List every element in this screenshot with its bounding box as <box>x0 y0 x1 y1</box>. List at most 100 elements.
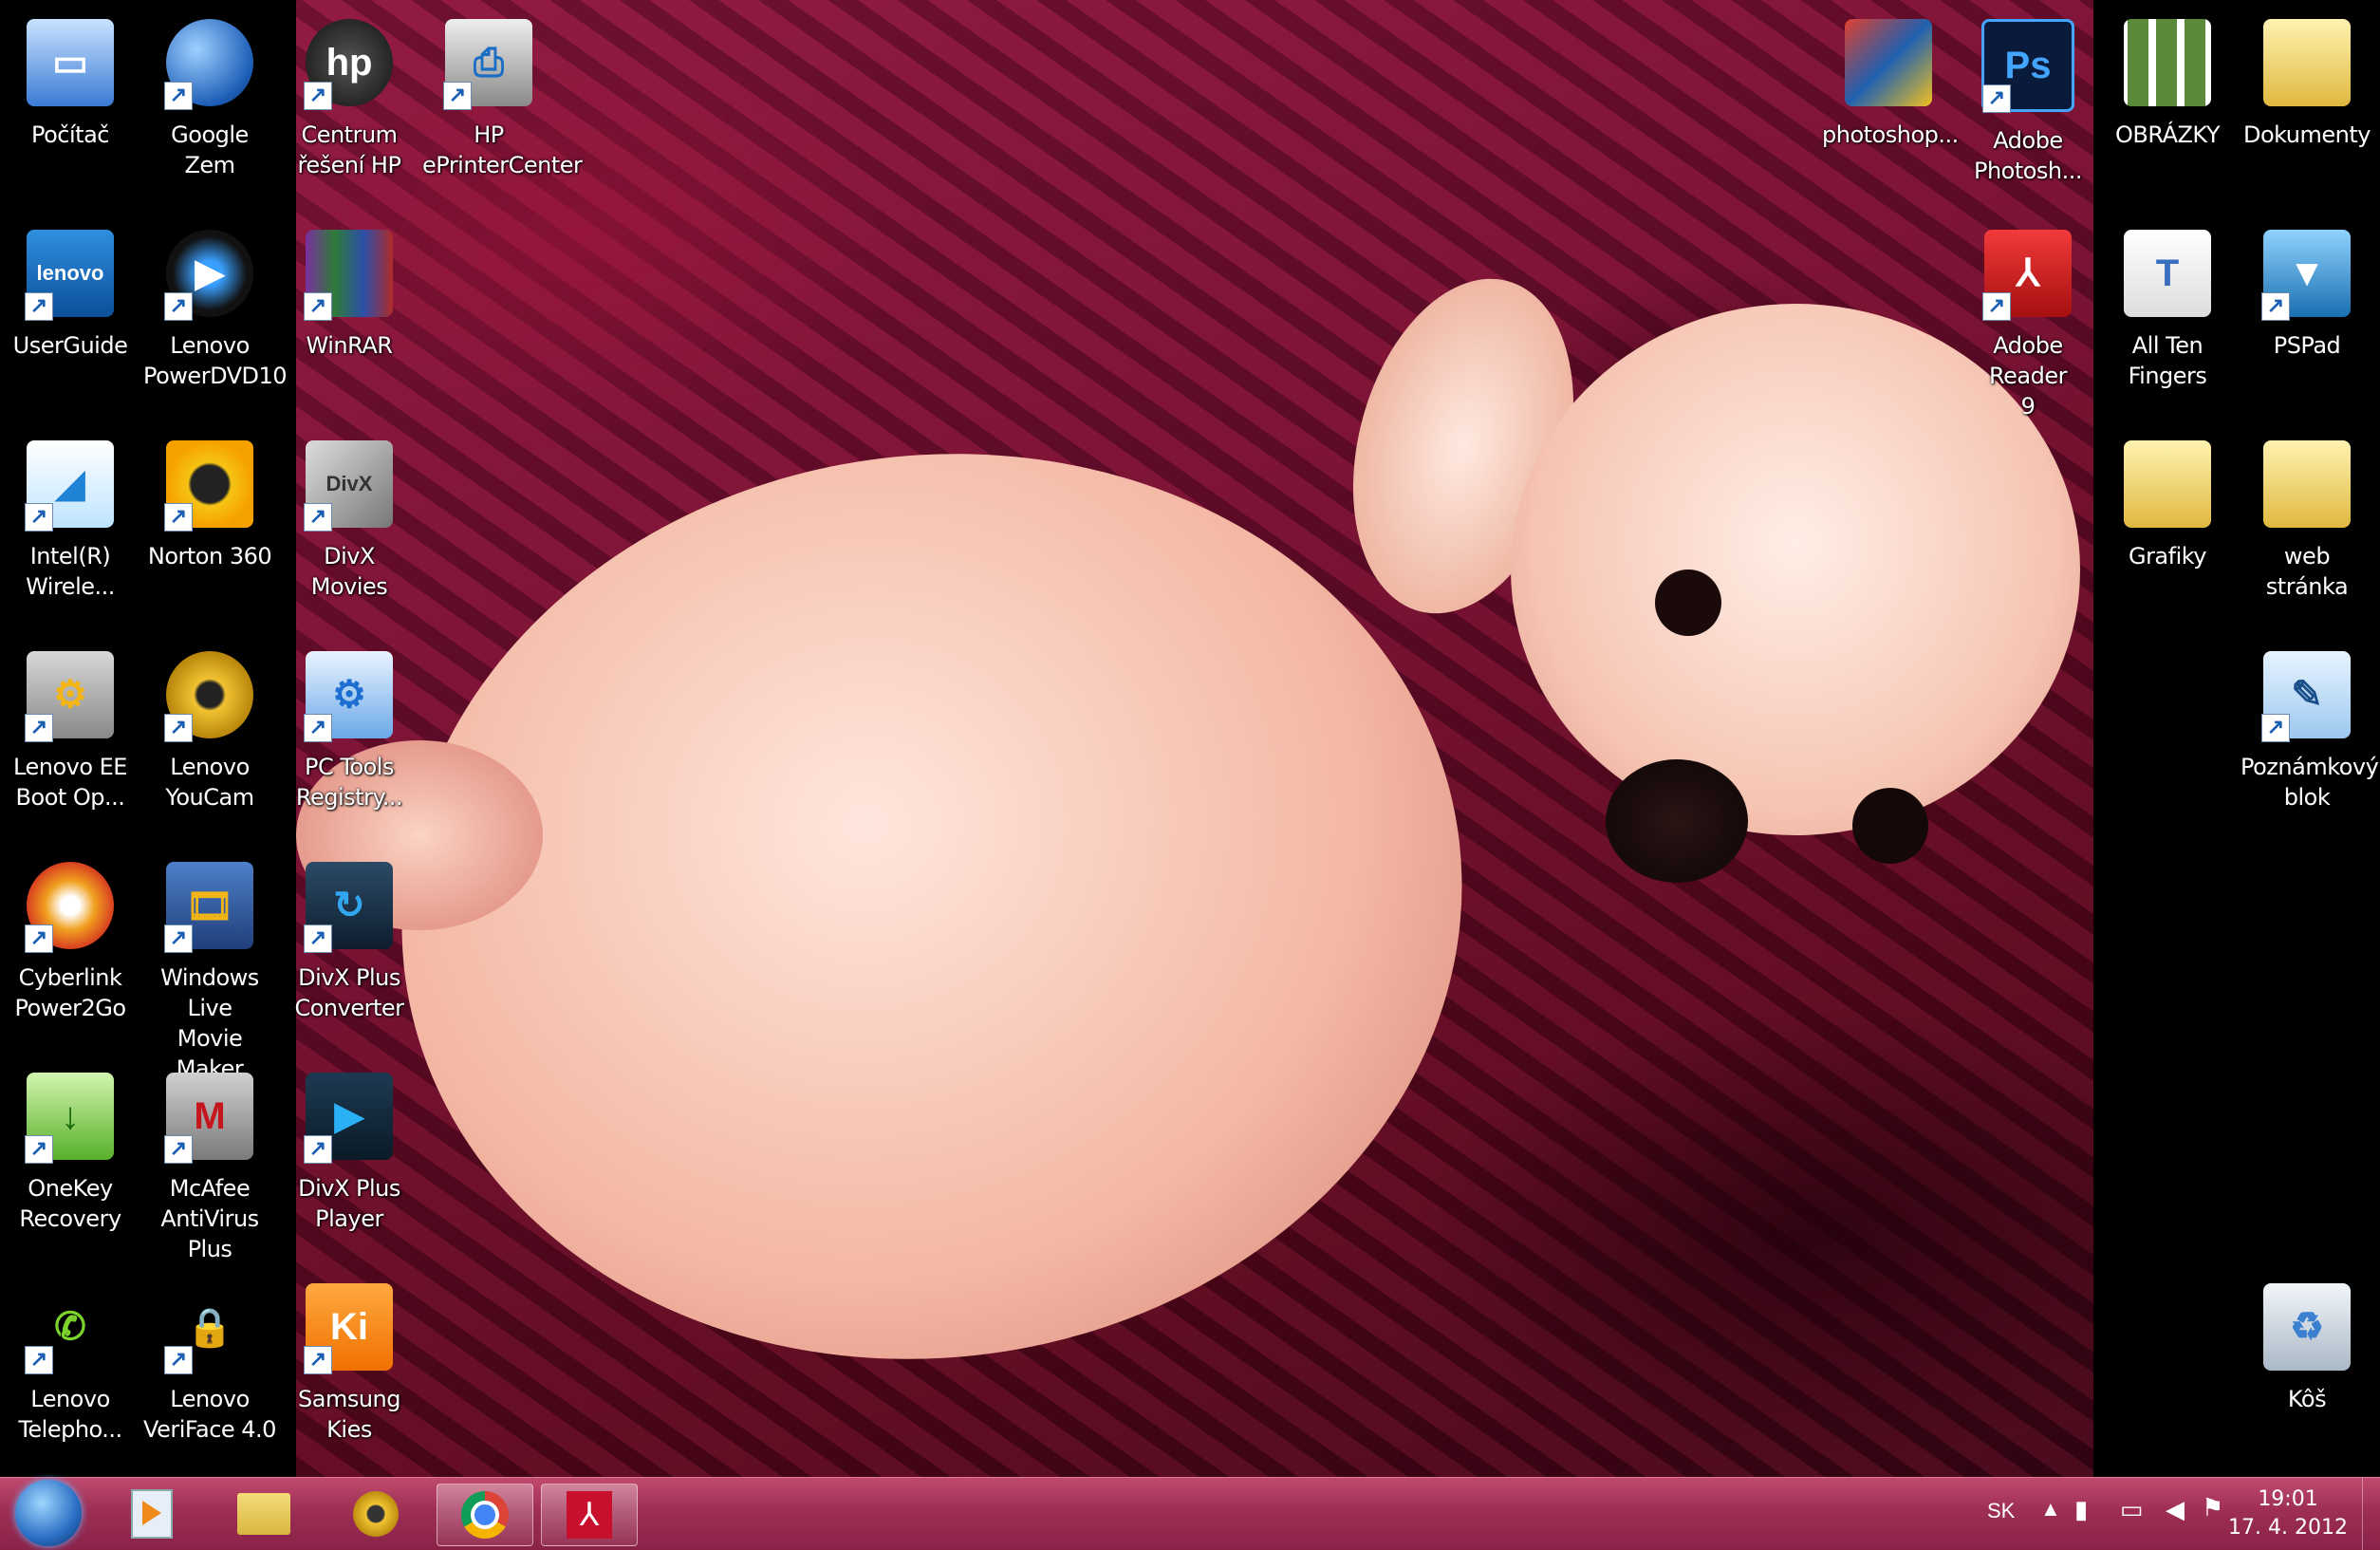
desktop-icon-label: Lenovo EE Boot Op... <box>13 754 127 811</box>
desktop-icon-all-ten[interactable]: T All Ten Fingers <box>2101 218 2234 391</box>
shortcut-arrow-icon: ↗ <box>304 1135 332 1164</box>
desktop-icon-label: OneKey Recovery <box>19 1175 121 1232</box>
desktop-icon-label: Intel(R) Wirele... <box>26 543 115 600</box>
image-grid-icon <box>2124 19 2211 106</box>
chrome-icon[interactable] <box>437 1484 533 1546</box>
desktop-icon-obrazky[interactable]: OBRÁZKY <box>2101 8 2234 150</box>
desktop-icon-hp-eprinter[interactable]: ⎙ ↗ HP ePrinterCenter <box>422 8 583 180</box>
webcam-icon[interactable] <box>328 1484 423 1544</box>
desktop-icon-label: web stránka <box>2265 543 2349 600</box>
flag-icon[interactable]: ⚑ <box>2202 1493 2223 1522</box>
desktop-icon-adobe-reader[interactable]: ⅄ ↗ Adobe Reader 9 <box>1962 218 2094 421</box>
desktop-icon-norton[interactable]: ↗ Norton 360 <box>143 429 276 571</box>
desktop-icon-kies[interactable]: Ki ↗ Samsung Kies <box>283 1272 416 1445</box>
desktop-icon-google-zem[interactable]: ↗ Google Zem <box>143 8 276 180</box>
shortcut-arrow-icon: ↗ <box>25 714 53 742</box>
desktop-icon-adobe-ps[interactable]: Ps ↗ Adobe Photosh... <box>1962 8 2094 186</box>
media-player-icon[interactable] <box>104 1484 199 1544</box>
desktop-icon-userguide[interactable]: lenovo ↗ UserGuide <box>4 218 137 361</box>
desktop-icon-movie-maker[interactable]: 🎞 ↗ Windows Live Movie Maker <box>143 850 276 1084</box>
mcafee-icon: M ↗ <box>164 1073 253 1164</box>
desktop-icon-winrar[interactable]: ↗ WinRAR <box>283 218 416 361</box>
language-indicator[interactable]: SK <box>1987 1499 2015 1523</box>
desktop-icon-powerdvd[interactable]: ▶ ↗ Lenovo PowerDVD10 <box>143 218 288 391</box>
desktop-icon-lenovo-telephony[interactable]: ✆ ↗ Lenovo Telepho... <box>4 1272 137 1445</box>
shortcut-arrow-icon: ↗ <box>304 82 332 110</box>
desktop-icon-intel-wireless[interactable]: ◢ ↗ Intel(R) Wirele... <box>4 429 137 602</box>
google-earth-icon: ↗ <box>164 19 253 110</box>
desktop-icon-web-stranka[interactable]: web stránka <box>2241 429 2373 602</box>
desktop-icon-label: Centrum řešení HP <box>297 121 401 178</box>
desktop-icon-label: Samsung Kies <box>298 1386 400 1443</box>
desktop-icon-pc-tools[interactable]: ⚙ ↗ PC Tools Registry... <box>283 640 416 812</box>
desktop-icon-youcam[interactable]: ↗ Lenovo YouCam <box>143 640 276 812</box>
desktop-icon-lenovo-ee[interactable]: ⚙ ↗ Lenovo EE Boot Op... <box>4 640 137 812</box>
divx-icon: DivX ↗ <box>304 440 393 532</box>
clock-time: 19:01 <box>2258 1487 2318 1511</box>
printer-icon: ⎙ ↗ <box>443 19 532 110</box>
shortcut-arrow-icon: ↗ <box>164 924 193 953</box>
acrobat-icon[interactable]: ⅄ <box>541 1484 638 1546</box>
clock[interactable]: 19:01 17. 4. 2012 <box>2228 1485 2348 1542</box>
wallpaper-dog-photo <box>296 0 2093 1477</box>
desktop-icon-label: Lenovo YouCam <box>165 754 254 811</box>
desktop-icon-kos[interactable]: ♻ Kôš <box>2241 1272 2373 1414</box>
disc-burn-icon: ↗ <box>25 862 114 953</box>
desktop-icon-label: Adobe Photosh... <box>1973 127 2083 184</box>
folder-icon <box>2263 19 2351 106</box>
shortcut-arrow-icon: ↗ <box>1982 292 2011 321</box>
desktop-icon-label: DivX Movies <box>310 543 388 600</box>
desktop-icon-label: Lenovo VeriFace 4.0 <box>143 1386 276 1443</box>
shortcut-arrow-icon: ↗ <box>164 503 193 532</box>
desktop-icon-label: Poznámkový blok <box>2241 754 2379 811</box>
shortcut-arrow-icon: ↗ <box>25 292 53 321</box>
shortcut-arrow-icon: ↗ <box>304 292 332 321</box>
recycle-bin-icon: ♻ <box>2263 1283 2351 1371</box>
shortcut-arrow-icon: ↗ <box>164 1346 193 1374</box>
shortcut-arrow-icon: ↗ <box>304 1346 332 1374</box>
file-explorer-icon[interactable] <box>216 1484 311 1544</box>
desktop[interactable]: ▭ Počítač ↗ Google Zem hp ↗ Centrum řešení HP ⎙… <box>0 0 2380 1477</box>
shortcut-arrow-icon: ↗ <box>2261 714 2290 742</box>
desktop-icon-power2go[interactable]: ↗ Cyberlink Power2Go <box>4 850 137 1023</box>
desktop-icon-label: Počítač <box>31 121 109 148</box>
shortcut-arrow-icon: ↗ <box>164 714 193 742</box>
winrar-icon: ↗ <box>304 230 393 321</box>
show-hidden-icon[interactable]: ▲ <box>2040 1497 2061 1522</box>
font-file-icon: T <box>2124 230 2211 317</box>
desktop-icon-label: McAfee AntiVirus Plus <box>160 1175 259 1262</box>
computer-icon: ▭ <box>27 19 114 106</box>
lenovo-icon: lenovo ↗ <box>25 230 114 321</box>
desktop-icon-label: Cyberlink Power2Go <box>14 964 126 1021</box>
desktop-icon-centrum-hp[interactable]: hp ↗ Centrum řešení HP <box>283 8 416 180</box>
desktop-icon-label: PSPad <box>2273 332 2341 359</box>
converter-icon: ↻ ↗ <box>304 862 393 953</box>
windows-start-icon[interactable] <box>15 1480 82 1546</box>
desktop-icon-label: UserGuide <box>12 332 128 359</box>
network-icon[interactable]: ▭ <box>2120 1495 2144 1524</box>
phone-icon: ✆ ↗ <box>25 1283 114 1374</box>
power-icon[interactable]: ▮ <box>2074 1495 2088 1524</box>
desktop-icon-grafiky[interactable]: Grafiky <box>2101 429 2234 571</box>
desktop-icon-label: All Ten Fingers <box>2128 332 2207 389</box>
desktop-icon-onekey[interactable]: ↓ ↗ OneKey Recovery <box>4 1061 137 1234</box>
desktop-icon-label: OBRÁZKY <box>2115 121 2220 148</box>
shortcut-arrow-icon: ↗ <box>25 503 53 532</box>
play-icon: ▶ ↗ <box>304 1073 393 1164</box>
desktop-icon-poznamkovy[interactable]: ✎ ↗ Poznámkový blok <box>2241 640 2379 812</box>
desktop-icon-divx-converter[interactable]: ↻ ↗ DivX Plus Converter <box>283 850 416 1023</box>
desktop-icon-dokumenty[interactable]: Dokumenty <box>2241 8 2373 150</box>
desktop-icon-label: PC Tools Registry... <box>295 754 403 811</box>
desktop-icon-veriface[interactable]: 🔒 ↗ Lenovo VeriFace 4.0 <box>143 1272 276 1445</box>
desktop-icon-divx-movies[interactable]: DivX ↗ DivX Movies <box>283 429 416 602</box>
registry-icon: ⚙ ↗ <box>304 651 393 742</box>
volume-icon[interactable]: ◀ <box>2166 1495 2185 1524</box>
show-desktop-button[interactable] <box>2362 1478 2380 1550</box>
desktop-icon-pocitac[interactable]: ▭ Počítač <box>4 8 137 150</box>
desktop-icon-label: Adobe Reader 9 <box>1989 332 2067 420</box>
desktop-icon-photoshop-file[interactable]: photoshop... <box>1822 8 1959 150</box>
desktop-icon-label: HP ePrinterCenter <box>422 121 583 178</box>
desktop-icon-divx-player[interactable]: ▶ ↗ DivX Plus Player <box>283 1061 416 1234</box>
desktop-icon-pspad[interactable]: ▼ ↗ PSPad <box>2241 218 2373 361</box>
desktop-icon-mcafee[interactable]: M ↗ McAfee AntiVirus Plus <box>143 1061 276 1264</box>
